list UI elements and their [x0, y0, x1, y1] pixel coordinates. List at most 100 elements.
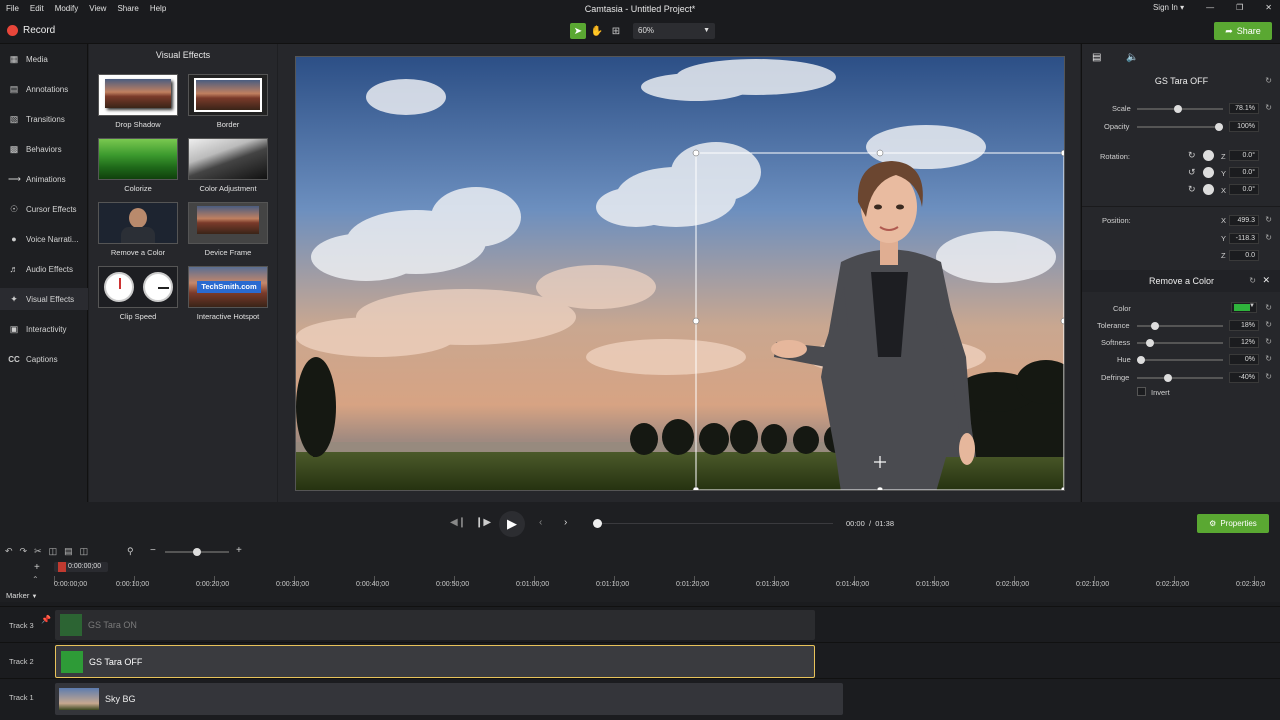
properties-button[interactable]: ⚙ Properties: [1197, 514, 1269, 533]
hue-field[interactable]: 0%: [1229, 354, 1259, 365]
tolerance-slider[interactable]: [1137, 322, 1223, 330]
marker-dropdown[interactable]: Marker ▼: [0, 590, 54, 602]
step-back-icon[interactable]: ◀❙: [450, 517, 466, 528]
sidebar-item-captions[interactable]: CC Captions: [0, 348, 88, 370]
timeline-zoom-knob[interactable]: [193, 548, 201, 556]
defringe-slider[interactable]: [1137, 374, 1223, 382]
reset-icon[interactable]: ↻: [1265, 233, 1272, 242]
crop-icon[interactable]: ⊞: [608, 23, 624, 39]
redo-icon[interactable]: ↷: [20, 546, 28, 557]
play-button[interactable]: ▶: [499, 511, 525, 537]
reset-icon[interactable]: ↻: [1265, 320, 1272, 329]
visual-properties-tab-icon[interactable]: ▤: [1092, 52, 1101, 63]
clip-sky-bg[interactable]: Sky BG: [55, 683, 843, 715]
invert-checkbox[interactable]: [1137, 387, 1146, 396]
pin-icon[interactable]: 📌: [41, 615, 51, 624]
zoom-in-icon[interactable]: +: [236, 545, 242, 556]
zoom-out-icon[interactable]: −: [150, 545, 156, 556]
softness-slider-knob[interactable]: [1146, 339, 1155, 347]
reset-icon[interactable]: ↻: [1265, 103, 1272, 112]
effect-color-adjustment[interactable]: Color Adjustment: [188, 138, 268, 194]
rotation-dial[interactable]: [1203, 184, 1214, 195]
scale-slider-knob[interactable]: [1173, 105, 1182, 113]
sign-in-button[interactable]: Sign In ▾: [1153, 3, 1184, 12]
ruler-ticks[interactable]: 0:00:00;00 0:00:00;00 0:00:10;00 0:00:20;0…: [54, 562, 1280, 602]
sidebar-item-voice-narration[interactable]: ● Voice Narrati...: [0, 228, 88, 250]
reset-icon[interactable]: ↻: [1249, 276, 1256, 285]
timeline-zoom-slider[interactable]: [165, 548, 229, 556]
defringe-field[interactable]: -40%: [1229, 372, 1259, 383]
scrub-handle[interactable]: [593, 519, 602, 528]
record-button[interactable]: Record: [7, 25, 55, 36]
effect-clip-speed[interactable]: Clip Speed: [98, 266, 178, 322]
opacity-field[interactable]: 100%: [1229, 121, 1259, 132]
sidebar-item-behaviors[interactable]: ▩ Behaviors: [0, 138, 88, 160]
step-forward-icon[interactable]: ❙▶: [475, 517, 491, 528]
prev-frame-icon[interactable]: ‹: [539, 517, 542, 528]
pointer-tool-icon[interactable]: ➤: [570, 23, 586, 39]
effect-border[interactable]: Border: [188, 74, 268, 130]
reset-icon[interactable]: ↻: [1265, 76, 1272, 85]
hue-slider-knob[interactable]: [1137, 356, 1145, 364]
rotation-z-field[interactable]: 0.0°: [1229, 150, 1259, 161]
audio-properties-tab-icon[interactable]: 🔈: [1126, 52, 1138, 63]
scale-field[interactable]: 78.1%: [1229, 103, 1259, 114]
reset-icon[interactable]: ↻: [1265, 215, 1272, 224]
sidebar-item-interactivity[interactable]: ▣ Interactivity: [0, 318, 88, 340]
opacity-slider-knob[interactable]: [1215, 123, 1223, 131]
sidebar-item-annotations[interactable]: ▤ Annotations: [0, 78, 88, 100]
undo-icon[interactable]: ↶: [5, 546, 13, 557]
rotation-y-field[interactable]: 0.0°: [1229, 167, 1259, 178]
softness-field[interactable]: 12%: [1229, 337, 1259, 348]
paste-icon[interactable]: ▤: [64, 546, 73, 557]
tolerance-field[interactable]: 18%: [1229, 320, 1259, 331]
clip-gs-tara-off[interactable]: GS Tara OFF: [55, 645, 815, 678]
copy-icon[interactable]: ◫: [49, 546, 58, 557]
cut-icon[interactable]: ✂: [34, 546, 42, 557]
tolerance-slider-knob[interactable]: [1151, 322, 1160, 330]
sidebar-item-audio-effects[interactable]: ♬ Audio Effects: [0, 258, 88, 280]
rotation-dial[interactable]: [1203, 167, 1214, 178]
add-track-icon[interactable]: +: [34, 562, 40, 573]
zoom-dropdown[interactable]: 60% ▼: [633, 23, 715, 39]
clip-gs-tara-on[interactable]: GS Tara ON: [55, 610, 815, 640]
next-frame-icon[interactable]: ›: [564, 517, 567, 528]
color-picker[interactable]: ▼: [1231, 302, 1257, 313]
reset-icon[interactable]: ↻: [1265, 372, 1272, 381]
effect-colorize[interactable]: Colorize: [98, 138, 178, 194]
playhead-handle[interactable]: [58, 562, 66, 572]
opacity-slider[interactable]: [1137, 123, 1223, 131]
collapse-icon[interactable]: ⌃: [32, 575, 39, 584]
effect-label: Border: [216, 120, 240, 129]
scale-slider[interactable]: [1137, 105, 1223, 113]
rotation-x-field[interactable]: 0.0°: [1229, 184, 1259, 195]
restore-icon[interactable]: ❐: [1236, 3, 1243, 12]
share-button[interactable]: ➦ Share: [1214, 22, 1272, 40]
position-y-field[interactable]: -118.3: [1229, 233, 1259, 244]
softness-slider[interactable]: [1137, 339, 1223, 347]
rotation-dial[interactable]: [1203, 150, 1214, 161]
position-z-field[interactable]: 0.0: [1229, 250, 1259, 261]
sidebar-item-visual-effects[interactable]: ✦ Visual Effects: [0, 288, 88, 310]
sidebar-item-cursor-effects[interactable]: ☉ Cursor Effects: [0, 198, 88, 220]
hue-slider[interactable]: [1137, 356, 1223, 364]
close-icon[interactable]: ✕: [1265, 3, 1272, 12]
reset-icon[interactable]: ↻: [1265, 337, 1272, 346]
defringe-slider-knob[interactable]: [1164, 374, 1172, 382]
effect-interactive-hotspot[interactable]: TechSmith.com Interactive Hotspot: [188, 266, 268, 322]
close-icon[interactable]: ✕: [1262, 275, 1270, 286]
effect-remove-a-color[interactable]: Remove a Color: [98, 202, 178, 258]
reset-icon[interactable]: ↻: [1265, 303, 1272, 312]
video-preview[interactable]: [295, 56, 1065, 491]
scrub-bar[interactable]: [597, 523, 833, 524]
sidebar-item-transitions[interactable]: ▧ Transitions: [0, 108, 88, 130]
pan-hand-icon[interactable]: ✋: [589, 23, 605, 39]
reset-icon[interactable]: ↻: [1265, 354, 1272, 363]
minimize-icon[interactable]: —: [1206, 3, 1214, 12]
sidebar-item-media[interactable]: ▦ Media: [0, 48, 88, 70]
effect-drop-shadow[interactable]: Drop Shadow: [98, 74, 178, 130]
position-x-field[interactable]: 499.3: [1229, 215, 1259, 226]
effect-device-frame[interactable]: Device Frame: [188, 202, 268, 258]
split-icon[interactable]: ◫: [80, 546, 89, 557]
sidebar-item-animations[interactable]: ⟶ Animations: [0, 168, 88, 190]
